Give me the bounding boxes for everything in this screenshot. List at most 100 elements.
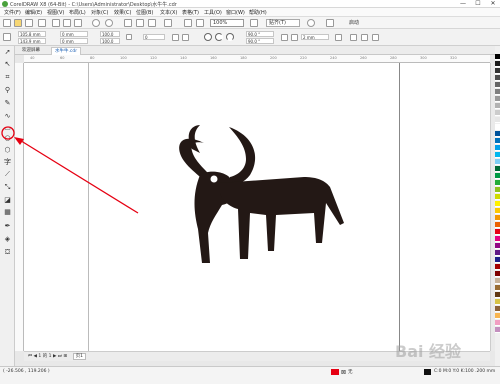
crop-tool-icon[interactable]: ⌗ bbox=[3, 73, 12, 82]
pen-icon[interactable] bbox=[291, 34, 298, 41]
fill-color-icon[interactable] bbox=[331, 369, 339, 375]
palette-swatch[interactable] bbox=[495, 89, 500, 95]
rotation-angle-field[interactable]: 0 bbox=[143, 34, 165, 40]
menu-view[interactable]: 视图(V) bbox=[47, 9, 64, 16]
menu-effects[interactable]: 效果(C) bbox=[114, 9, 131, 16]
palette-swatch[interactable] bbox=[495, 96, 500, 102]
mirror-vertical-icon[interactable] bbox=[182, 34, 189, 41]
pie-icon[interactable] bbox=[215, 33, 223, 41]
end-angle-field[interactable]: 90.0 ° bbox=[246, 38, 274, 44]
zoom-tool-icon[interactable]: ⚲ bbox=[3, 86, 12, 95]
palette-swatch[interactable] bbox=[495, 306, 500, 312]
publish-pdf-icon[interactable] bbox=[164, 19, 172, 27]
menu-layout[interactable]: 布局(L) bbox=[69, 9, 86, 16]
add-page-button[interactable]: ⊞ bbox=[63, 354, 67, 359]
menu-table[interactable]: 表格(T) bbox=[182, 9, 199, 16]
parallel-dimension-icon[interactable]: ⟋ bbox=[3, 170, 12, 179]
outline-color-swatch[interactable] bbox=[424, 369, 431, 375]
new-document-icon[interactable] bbox=[3, 19, 11, 27]
convert-to-curves-icon[interactable] bbox=[372, 34, 379, 41]
palette-swatch[interactable] bbox=[495, 180, 500, 186]
palette-swatch[interactable] bbox=[495, 152, 500, 158]
maximize-button[interactable]: ☐ bbox=[471, 0, 485, 8]
pick-tool-icon[interactable]: ➚ bbox=[3, 48, 12, 57]
menu-window[interactable]: 窗口(W) bbox=[226, 9, 245, 16]
tab-document[interactable]: 水牛牛.cdr bbox=[51, 47, 82, 55]
menu-text[interactable]: 文本(X) bbox=[160, 9, 177, 16]
copy-icon[interactable] bbox=[63, 19, 71, 27]
object-origin-icon[interactable] bbox=[3, 33, 11, 41]
ellipse-tool-icon[interactable]: ○ bbox=[3, 134, 12, 143]
palette-swatch[interactable] bbox=[495, 292, 500, 298]
next-page-button[interactable]: ▶ bbox=[53, 354, 56, 359]
palette-swatch[interactable] bbox=[495, 215, 500, 221]
print-icon[interactable] bbox=[38, 19, 46, 27]
change-direction-icon[interactable] bbox=[281, 34, 288, 41]
palette-swatch[interactable] bbox=[495, 285, 500, 291]
palette-swatch[interactable] bbox=[495, 271, 500, 277]
vertical-ruler[interactable] bbox=[15, 63, 24, 351]
to-front-icon[interactable] bbox=[350, 34, 357, 41]
interactive-fill-icon[interactable]: ◈ bbox=[3, 235, 12, 244]
palette-swatch[interactable] bbox=[495, 145, 500, 151]
prev-page-button[interactable]: ◀ bbox=[34, 354, 37, 359]
palette-swatch[interactable] bbox=[495, 54, 500, 60]
polygon-tool-icon[interactable]: ⬡ bbox=[3, 146, 12, 155]
palette-swatch[interactable] bbox=[495, 187, 500, 193]
palette-swatch[interactable] bbox=[495, 320, 500, 326]
palette-swatch[interactable] bbox=[495, 82, 500, 88]
palette-swatch[interactable] bbox=[495, 138, 500, 144]
palette-swatch[interactable] bbox=[495, 264, 500, 270]
export-icon[interactable] bbox=[148, 19, 156, 27]
shape-tool-icon[interactable]: ↖ bbox=[3, 60, 12, 69]
rectangle-tool-icon[interactable]: ▭ bbox=[3, 124, 12, 133]
palette-swatch[interactable] bbox=[495, 194, 500, 200]
outline-width-field[interactable]: 2 mm bbox=[301, 34, 329, 40]
undo-icon[interactable] bbox=[92, 19, 100, 27]
zoom-level-select[interactable]: 100% bbox=[210, 19, 244, 27]
palette-swatch[interactable] bbox=[495, 299, 500, 305]
height-field[interactable]: 0 mm bbox=[60, 38, 88, 44]
drop-shadow-icon[interactable]: ◪ bbox=[3, 196, 12, 205]
snap-to-dropdown[interactable]: 贴齐(T) bbox=[266, 19, 300, 27]
gear-icon[interactable] bbox=[307, 19, 315, 27]
menu-help[interactable]: 帮助(H) bbox=[249, 9, 267, 16]
scale-x-field[interactable]: 100.0 bbox=[100, 31, 120, 37]
palette-swatch[interactable] bbox=[495, 110, 500, 116]
launch-menu[interactable]: 启动 bbox=[349, 19, 379, 27]
arc-icon[interactable] bbox=[226, 33, 234, 41]
palette-swatch[interactable] bbox=[495, 327, 500, 333]
page-tab[interactable]: 页1 bbox=[72, 353, 86, 360]
menu-bitmaps[interactable]: 位图(B) bbox=[136, 9, 153, 16]
lock-ratio-icon[interactable] bbox=[126, 34, 132, 40]
palette-swatch[interactable] bbox=[495, 68, 500, 74]
y-position-field[interactable]: 143.9 mm bbox=[18, 38, 46, 44]
palette-swatch[interactable] bbox=[495, 222, 500, 228]
menu-tools[interactable]: 工具(O) bbox=[204, 9, 222, 16]
menu-edit[interactable]: 编辑(E) bbox=[25, 9, 42, 16]
search-content-icon[interactable] bbox=[124, 19, 132, 27]
palette-swatch[interactable] bbox=[495, 250, 500, 256]
palette-swatch[interactable] bbox=[495, 117, 500, 123]
mirror-horizontal-icon[interactable] bbox=[172, 34, 179, 41]
menu-object[interactable]: 对象(C) bbox=[91, 9, 108, 16]
palette-swatch[interactable] bbox=[495, 208, 500, 214]
close-button[interactable]: ✕ bbox=[486, 0, 500, 8]
text-tool-icon[interactable]: 字 bbox=[3, 158, 12, 167]
ellipse-icon[interactable] bbox=[204, 33, 212, 41]
start-angle-field[interactable]: 90.0 ° bbox=[246, 31, 274, 37]
fullscreen-icon[interactable] bbox=[184, 19, 192, 27]
palette-swatch[interactable] bbox=[495, 124, 500, 130]
connector-tool-icon[interactable]: ⤡ bbox=[3, 183, 12, 192]
palette-swatch[interactable] bbox=[495, 173, 500, 179]
width-field[interactable]: 0 mm bbox=[60, 31, 88, 37]
drawing-canvas[interactable] bbox=[24, 63, 490, 351]
to-back-icon[interactable] bbox=[361, 34, 368, 41]
palette-swatch[interactable] bbox=[495, 159, 500, 165]
freehand-tool-icon[interactable]: ✎ bbox=[3, 99, 12, 108]
redo-icon[interactable] bbox=[105, 19, 113, 27]
transparency-icon[interactable]: ▦ bbox=[3, 208, 12, 217]
palette-swatch[interactable] bbox=[495, 229, 500, 235]
save-icon[interactable] bbox=[25, 19, 33, 27]
palette-swatch[interactable] bbox=[495, 166, 500, 172]
